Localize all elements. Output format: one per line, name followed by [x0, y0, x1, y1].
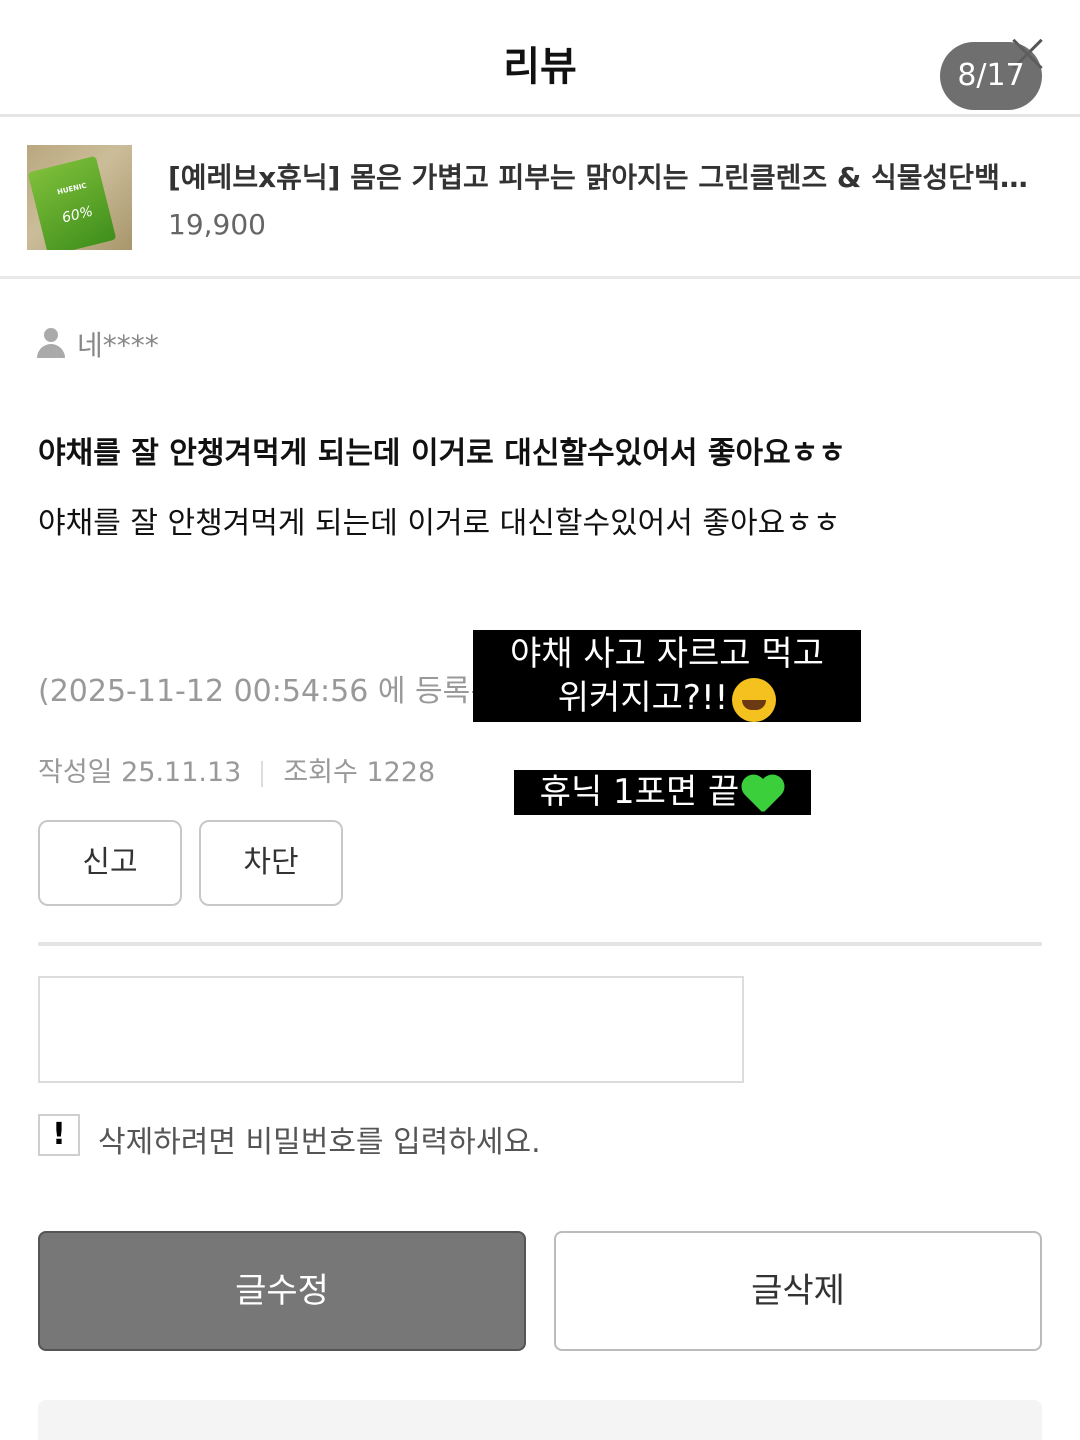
section-divider — [38, 942, 1042, 946]
review-body: 야채를 잘 안챙겨먹게 되는데 이거로 대신할수있어서 좋아요ㅎㅎ — [38, 506, 841, 541]
warning-icon: ! — [38, 1114, 80, 1156]
sticker-line-2: 위커지고?!! — [557, 678, 729, 718]
product-pouch-image — [27, 155, 117, 250]
person-icon — [37, 328, 65, 358]
sticker-line-2-wrap: 위커지고?!! — [473, 676, 861, 722]
password-hint: 삭제하려면 비밀번호를 입력하세요. — [98, 1125, 541, 1160]
review-title: 야채를 잘 안챙겨먹게 되는데 이거로 대신할수있어서 좋아요ㅎㅎ — [38, 436, 846, 471]
password-input[interactable] — [38, 976, 744, 1083]
sticker-line-1: 야채 사고 자르고 먹고 — [510, 634, 824, 674]
block-button[interactable]: 차단 — [199, 820, 343, 906]
edit-post-button[interactable]: 글수정 — [38, 1231, 526, 1351]
caption-sticker-2: 휴닉 1포면 끝 — [514, 770, 811, 815]
caption-sticker-1: 야채 사고 자르고 먹고 위커지고?!! — [473, 630, 861, 722]
product-name[interactable]: [예레브x휴닉] 몸은 가볍고 피부는 맑아지는 그린클렌즈 & 식물성단백질 … — [168, 156, 1038, 196]
header-bar: 리뷰 8/17 — [0, 0, 1080, 117]
report-button[interactable]: 신고 — [38, 820, 182, 906]
page-title: 리뷰 — [503, 44, 577, 90]
delete-post-button[interactable]: 글삭제 — [554, 1231, 1042, 1351]
image-page-counter: 8/17 — [940, 42, 1042, 110]
view-count: 조회수 1228 — [283, 757, 436, 788]
bottom-panel — [38, 1400, 1042, 1440]
product-thumbnail[interactable]: HUENIC 60% — [27, 145, 132, 250]
written-date: 작성일 25.11.13 — [38, 757, 242, 788]
review-meta: 작성일 25.11.13 조회수 1228 — [38, 750, 435, 789]
sticker-line-3: 휴닉 1포면 끝 — [539, 772, 740, 812]
author-name: 네**** — [77, 329, 159, 362]
green-heart-icon — [741, 774, 785, 814]
registration-date: (2025-11-12 00:54:56 에 등록된 — [38, 674, 498, 709]
laughing-emoji-icon — [732, 677, 777, 722]
product-summary[interactable]: HUENIC 60% [예레브x휴닉] 몸은 가볍고 피부는 맑아지는 그린클렌… — [0, 120, 1080, 279]
meta-divider — [261, 760, 264, 787]
product-price: 19,900 — [168, 208, 266, 241]
